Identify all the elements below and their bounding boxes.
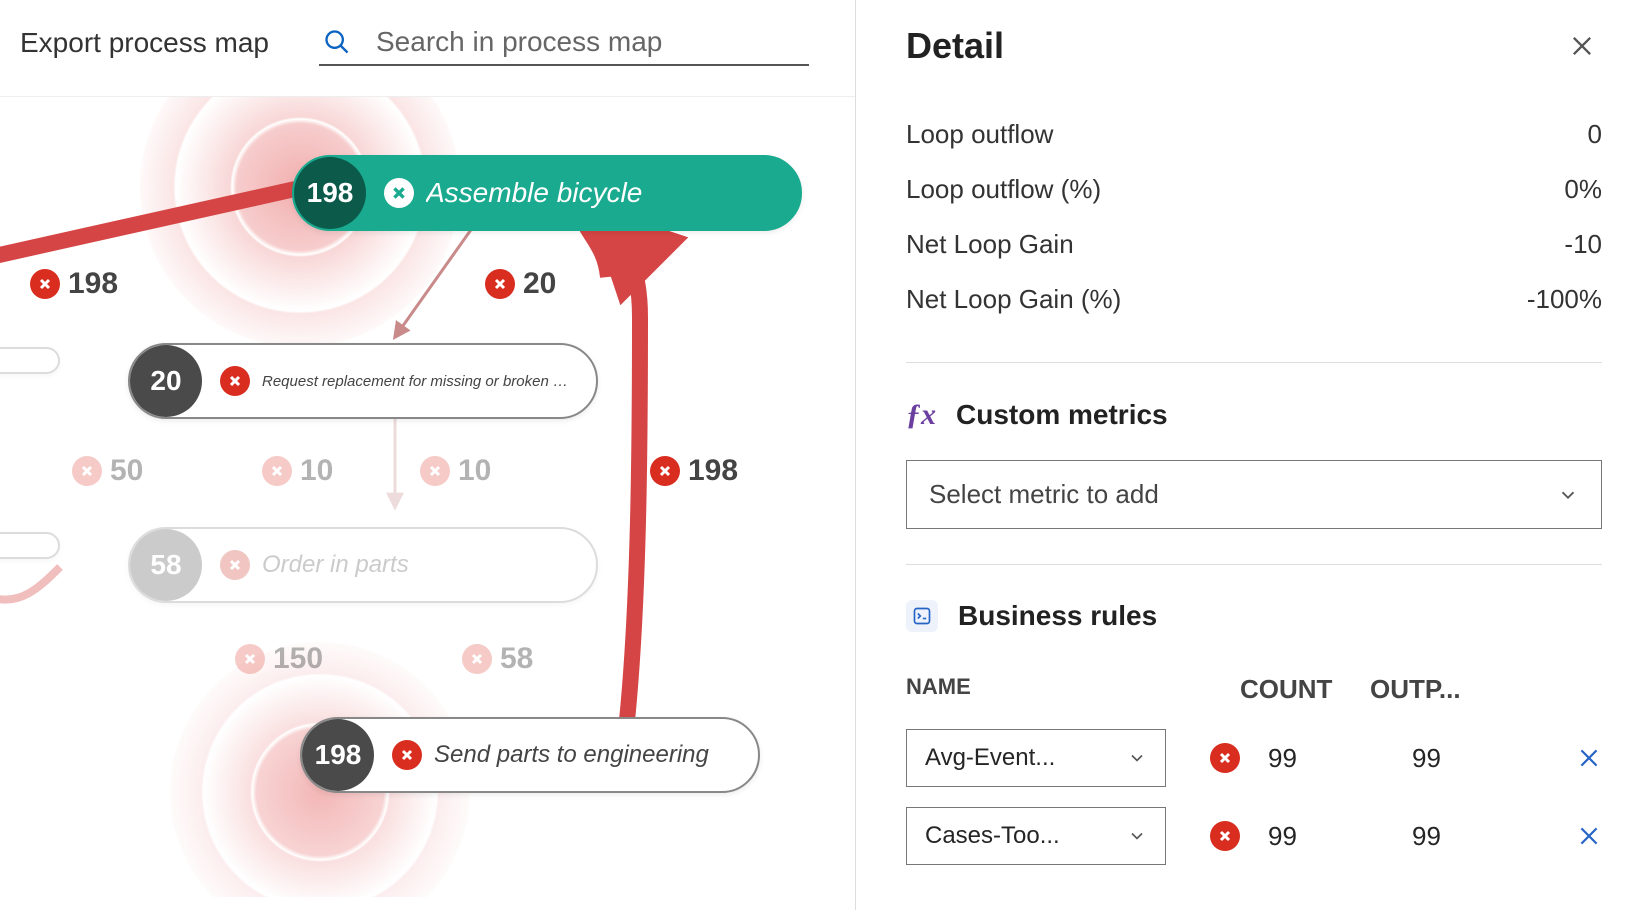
search-container[interactable] — [319, 20, 809, 66]
node-label: Request replacement for missing or broke… — [262, 373, 596, 390]
close-panel-button[interactable] — [1562, 26, 1602, 66]
detail-panel: Detail Loop outflow 0 Loop outflow (%) 0… — [856, 0, 1652, 910]
col-header-count: COUNT — [1240, 674, 1370, 705]
metric-value: -10 — [1564, 229, 1602, 260]
error-icon — [485, 269, 515, 299]
metric-value: -100% — [1527, 284, 1602, 315]
node-count: 198 — [294, 157, 366, 229]
edge-label: 198 — [30, 267, 118, 301]
metric-label: Loop outflow (%) — [906, 174, 1101, 205]
edge-count: 150 — [273, 642, 323, 676]
error-icon — [220, 550, 250, 580]
metric-label: Net Loop Gain — [906, 229, 1074, 260]
error-icon — [420, 456, 450, 486]
edge-count: 20 — [523, 267, 556, 301]
error-icon — [1210, 821, 1240, 851]
search-icon — [323, 28, 351, 56]
edge-label: 50 — [72, 454, 143, 488]
col-header-name: NAME — [906, 674, 1196, 705]
error-icon — [650, 456, 680, 486]
delete-rule-button[interactable] — [1576, 823, 1602, 849]
node-label: Send parts to engineering — [434, 741, 737, 769]
error-icon — [220, 366, 250, 396]
node-order-parts[interactable]: 58 Order in parts — [128, 527, 598, 603]
edge-label: 150 — [235, 642, 323, 676]
metric-row: Loop outflow (%) 0% — [906, 162, 1602, 217]
node-label: Assemble bicycle — [426, 177, 670, 209]
select-metric-dropdown[interactable]: Select metric to add — [906, 460, 1602, 529]
node-partial[interactable]: arts — [0, 347, 60, 374]
rule-count: 99 — [1268, 743, 1398, 774]
section-title: Business rules — [958, 600, 1157, 632]
error-icon — [1210, 743, 1240, 773]
edge-label: 20 — [485, 267, 556, 301]
business-rules-header: Business rules — [906, 600, 1602, 632]
node-send-parts[interactable]: 198 Send parts to engineering — [300, 717, 760, 793]
edge-count: 10 — [458, 454, 491, 488]
metric-label: Loop outflow — [906, 119, 1053, 150]
col-header-output: OUTP... — [1370, 674, 1520, 705]
node-label: Order in parts — [262, 551, 437, 579]
chevron-down-icon — [1127, 748, 1147, 768]
node-count: 58 — [130, 529, 202, 601]
toolbar: Export process map — [0, 0, 855, 97]
business-rule-row: Avg-Event... 99 99 — [906, 719, 1602, 797]
dropdown-placeholder: Select metric to add — [929, 479, 1159, 510]
error-icon — [262, 456, 292, 486]
rules-icon — [906, 600, 938, 632]
detail-title: Detail — [906, 25, 1004, 67]
export-process-map-link[interactable]: Export process map — [20, 27, 269, 59]
custom-metrics-header: ƒx Custom metrics — [906, 398, 1602, 432]
business-rules-table-header: NAME COUNT OUTP... — [906, 660, 1602, 719]
node-label: arts — [0, 349, 23, 372]
process-map-pane: Export process map — [0, 0, 856, 910]
rule-name-dropdown[interactable]: Cases-Too... — [906, 807, 1166, 865]
edge-count: 10 — [300, 454, 333, 488]
chevron-down-icon — [1557, 484, 1579, 506]
node-label: tory — [0, 534, 23, 557]
metric-value: 0 — [1588, 119, 1602, 150]
node-request-replacement[interactable]: 20 Request replacement for missing or br… — [128, 343, 598, 419]
error-icon — [392, 740, 422, 770]
node-assemble-bicycle[interactable]: 198 Assemble bicycle — [292, 155, 802, 231]
rule-count: 99 — [1268, 821, 1398, 852]
edge-label: 10 — [262, 454, 333, 488]
fx-icon: ƒx — [906, 398, 936, 432]
chevron-down-icon — [1127, 826, 1147, 846]
edge-count: 198 — [68, 267, 118, 301]
error-icon — [462, 644, 492, 674]
metric-label: Net Loop Gain (%) — [906, 284, 1121, 315]
node-count: 198 — [302, 719, 374, 791]
rule-output: 99 — [1412, 743, 1562, 774]
error-icon — [235, 644, 265, 674]
edge-count: 198 — [688, 454, 738, 488]
edge-label: 58 — [462, 642, 533, 676]
metric-row: Net Loop Gain -10 — [906, 217, 1602, 272]
error-icon — [72, 456, 102, 486]
business-rule-row: Cases-Too... 99 99 — [906, 797, 1602, 875]
close-node-icon[interactable] — [384, 178, 414, 208]
rule-output: 99 — [1412, 821, 1562, 852]
search-input[interactable] — [376, 26, 805, 58]
delete-rule-button[interactable] — [1576, 745, 1602, 771]
section-title: Custom metrics — [956, 399, 1168, 431]
edge-count: 50 — [110, 454, 143, 488]
metric-row: Net Loop Gain (%) -100% — [906, 272, 1602, 327]
edge-count: 58 — [500, 642, 533, 676]
metric-value: 0% — [1564, 174, 1602, 205]
node-partial[interactable]: tory — [0, 532, 60, 559]
edge-label: 10 — [420, 454, 491, 488]
node-count: 20 — [130, 345, 202, 417]
rule-name-dropdown[interactable]: Avg-Event... — [906, 729, 1166, 787]
metric-row: Loop outflow 0 — [906, 107, 1602, 162]
rule-name: Avg-Event... — [925, 744, 1055, 772]
process-map-canvas[interactable]: 198 20 198 50 10 10 — [0, 97, 855, 897]
error-icon — [30, 269, 60, 299]
edge-label: 198 — [650, 454, 738, 488]
rule-name: Cases-Too... — [925, 822, 1060, 850]
